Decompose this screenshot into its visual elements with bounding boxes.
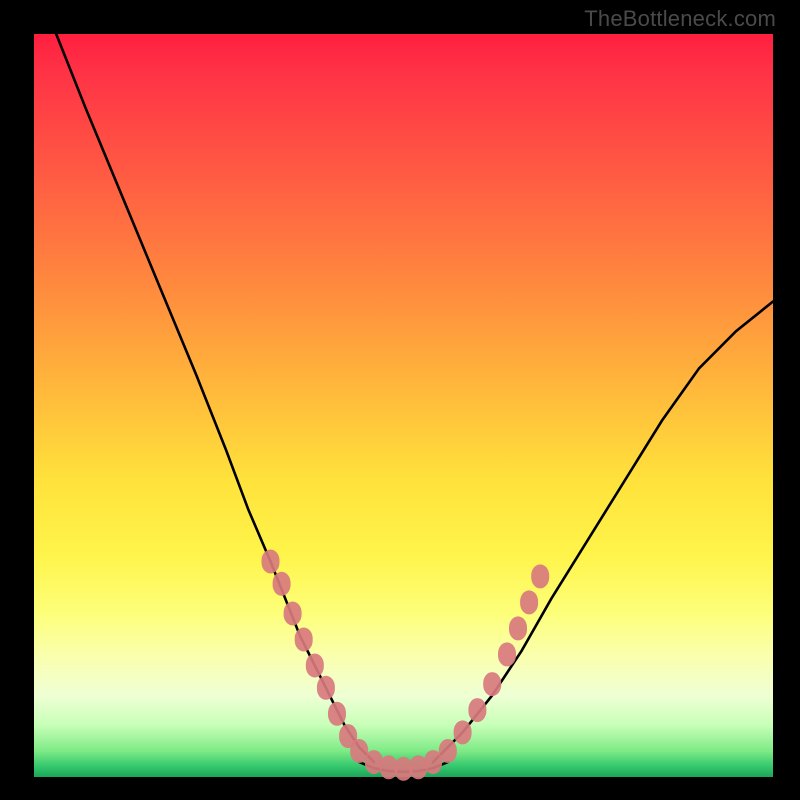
marker-dot (273, 572, 291, 596)
marker-dot (509, 616, 527, 640)
marker-dot (439, 739, 457, 763)
bottleneck-curve (56, 34, 773, 772)
marker-dot (531, 564, 549, 588)
attribution-text: TheBottleneck.com (584, 6, 776, 32)
marker-dot (468, 698, 486, 722)
chart-frame: TheBottleneck.com (0, 0, 800, 800)
marker-dot (284, 602, 302, 626)
curve-left-branch (56, 34, 374, 762)
chart-svg (34, 34, 773, 777)
marker-dot (454, 720, 472, 744)
marker-dot (317, 676, 335, 700)
marker-dot (262, 550, 280, 574)
marker-dot (498, 642, 516, 666)
curve-right-branch (433, 302, 773, 763)
marker-dot (306, 654, 324, 678)
marker-dot (295, 628, 313, 652)
marker-dot (520, 590, 538, 614)
marker-dot (483, 672, 501, 696)
marker-dot (328, 702, 346, 726)
marker-group (262, 550, 550, 781)
